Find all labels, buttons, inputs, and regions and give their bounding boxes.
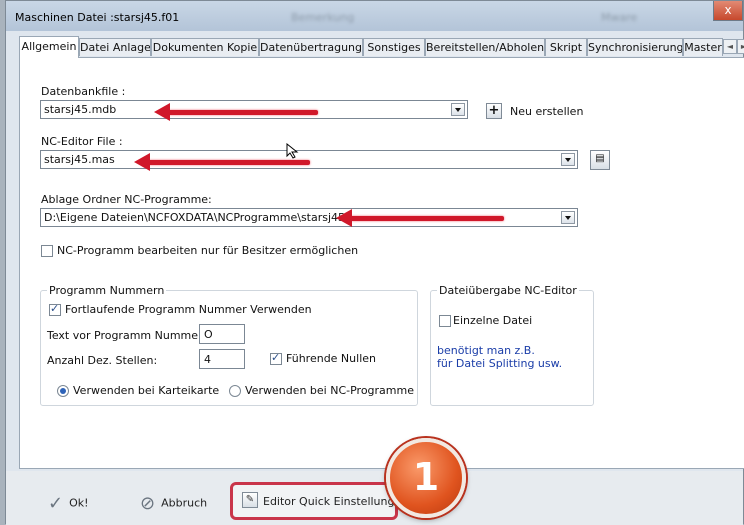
anzahl-value: 4 (204, 353, 211, 366)
neu-erstellen-link[interactable]: Neu erstellen (510, 105, 583, 118)
radio-karteikarte[interactable] (57, 385, 69, 397)
tab-strip: Allgemein Datei Anlage Dokumenten Kopie … (19, 36, 744, 58)
hint-line-1: benötigt man z.B. (437, 344, 535, 357)
text-vor-value: O (204, 328, 213, 341)
annotation-arrow-datenbank (154, 103, 318, 121)
anzahl-input[interactable]: 4 (199, 349, 245, 369)
fuehrende-nullen-checkbox[interactable] (270, 351, 282, 365)
pencil-edit-icon: ✎ (242, 492, 258, 508)
fuehrende-nullen-label[interactable]: Führende Nullen (286, 352, 376, 365)
background-window-title: Bemerkung (291, 11, 355, 24)
close-button[interactable]: x (713, 1, 743, 21)
annotation-arrow-nceditor (134, 153, 310, 171)
tab-sonstiges[interactable]: Sonstiges (363, 38, 425, 56)
chevron-down-icon[interactable] (561, 211, 575, 224)
main-window: Maschinen Datei :starsj45.f01 Bemerkung … (5, 0, 744, 525)
dateiuebergabe-group: Dateiübergabe NC-Editor Einzelne Datei b… (430, 284, 594, 406)
plus-icon[interactable]: + (486, 103, 502, 119)
nc-editor-file-label: NC-Editor File : (41, 135, 123, 148)
tab-scroll-left-icon[interactable]: ◄ (723, 39, 737, 54)
ok-label: Ok! (69, 496, 89, 510)
einzelne-datei-label[interactable]: Einzelne Datei (453, 314, 532, 327)
nc-editor-file-value: starsj45.mas (44, 153, 115, 166)
step-number-badge: 1 (386, 438, 466, 518)
text-vor-label: Text vor Programm Nummer: (47, 329, 207, 342)
editor-quick-einstellungen-button[interactable]: ✎ Editor Quick Einstellungen (230, 482, 408, 520)
tab-bereitstellen-abholen[interactable]: Bereitstellen/Abholen (425, 38, 545, 56)
cancel-circle-icon: ⊘ (140, 493, 156, 514)
background-window-title-right: Mware (601, 11, 638, 24)
mouse-cursor-icon (286, 143, 299, 159)
abbruch-button[interactable]: ⊘ Abbruch (140, 493, 207, 514)
tab-synchronisierung[interactable]: Synchronisierung (587, 38, 683, 56)
folder-browse-icon[interactable]: ▤ (590, 150, 610, 170)
programm-nummern-title: Programm Nummern (47, 284, 167, 297)
dateiuebergabe-title: Dateiübergabe NC-Editor (437, 284, 579, 297)
einzelne-datei-checkbox[interactable] (439, 315, 451, 327)
tab-master[interactable]: Master (683, 38, 723, 56)
close-icon: x (724, 3, 732, 17)
annotation-arrow-ablage (336, 209, 504, 227)
radio-karteikarte-label[interactable]: Verwenden bei Karteikarte (73, 384, 219, 397)
fortlaufend-checkbox[interactable] (49, 302, 61, 316)
tab-skript[interactable]: Skript (545, 38, 587, 56)
checkmark-icon: ✓ (48, 493, 64, 514)
fortlaufend-label[interactable]: Fortlaufende Programm Nummer Verwenden (65, 303, 312, 316)
text-vor-input[interactable]: O (199, 324, 245, 344)
abbruch-label: Abbruch (161, 496, 208, 510)
chevron-down-icon[interactable] (561, 153, 575, 166)
nc-bearbeiten-checkbox[interactable] (41, 245, 53, 257)
nc-bearbeiten-label[interactable]: NC-Programm bearbeiten nur für Besitzer … (57, 244, 358, 257)
title-bar[interactable]: Maschinen Datei :starsj45.f01 Bemerkung … (6, 1, 743, 31)
datenbankfile-value: starsj45.mdb (44, 103, 117, 116)
chevron-down-icon[interactable] (451, 103, 465, 116)
radio-ncprogramme-label[interactable]: Verwenden bei NC-Programme (245, 384, 414, 397)
tab-panel-allgemein: Datenbankfile : starsj45.mdb + Neu erste… (19, 57, 744, 469)
radio-ncprogramme[interactable] (229, 385, 241, 397)
ablage-ordner-value: D:\Eigene Dateien\NCFOXDATA\NCProgramme\… (44, 211, 346, 224)
tab-datei-anlage[interactable]: Datei Anlage (79, 38, 151, 56)
datenbankfile-label: Datenbankfile : (41, 85, 126, 98)
programm-nummern-group: Programm Nummern Fortlaufende Programm N… (40, 284, 418, 406)
editor-quick-label: Editor Quick Einstellungen (263, 495, 409, 508)
tab-scroll-right-icon[interactable]: ► (737, 39, 744, 54)
window-title: Maschinen Datei :starsj45.f01 (15, 11, 180, 24)
tab-allgemein[interactable]: Allgemein (19, 36, 79, 58)
anzahl-label: Anzahl Dez. Stellen: (47, 354, 158, 367)
tab-dokumenten-kopie[interactable]: Dokumenten Kopie (151, 38, 259, 56)
ok-button[interactable]: ✓ Ok! (48, 493, 89, 514)
ablage-ordner-label: Ablage Ordner NC-Programme: (41, 193, 212, 206)
hint-line-2: für Datei Splitting usw. (437, 357, 563, 370)
tab-datenuebertragung[interactable]: Datenübertragung (259, 38, 363, 56)
